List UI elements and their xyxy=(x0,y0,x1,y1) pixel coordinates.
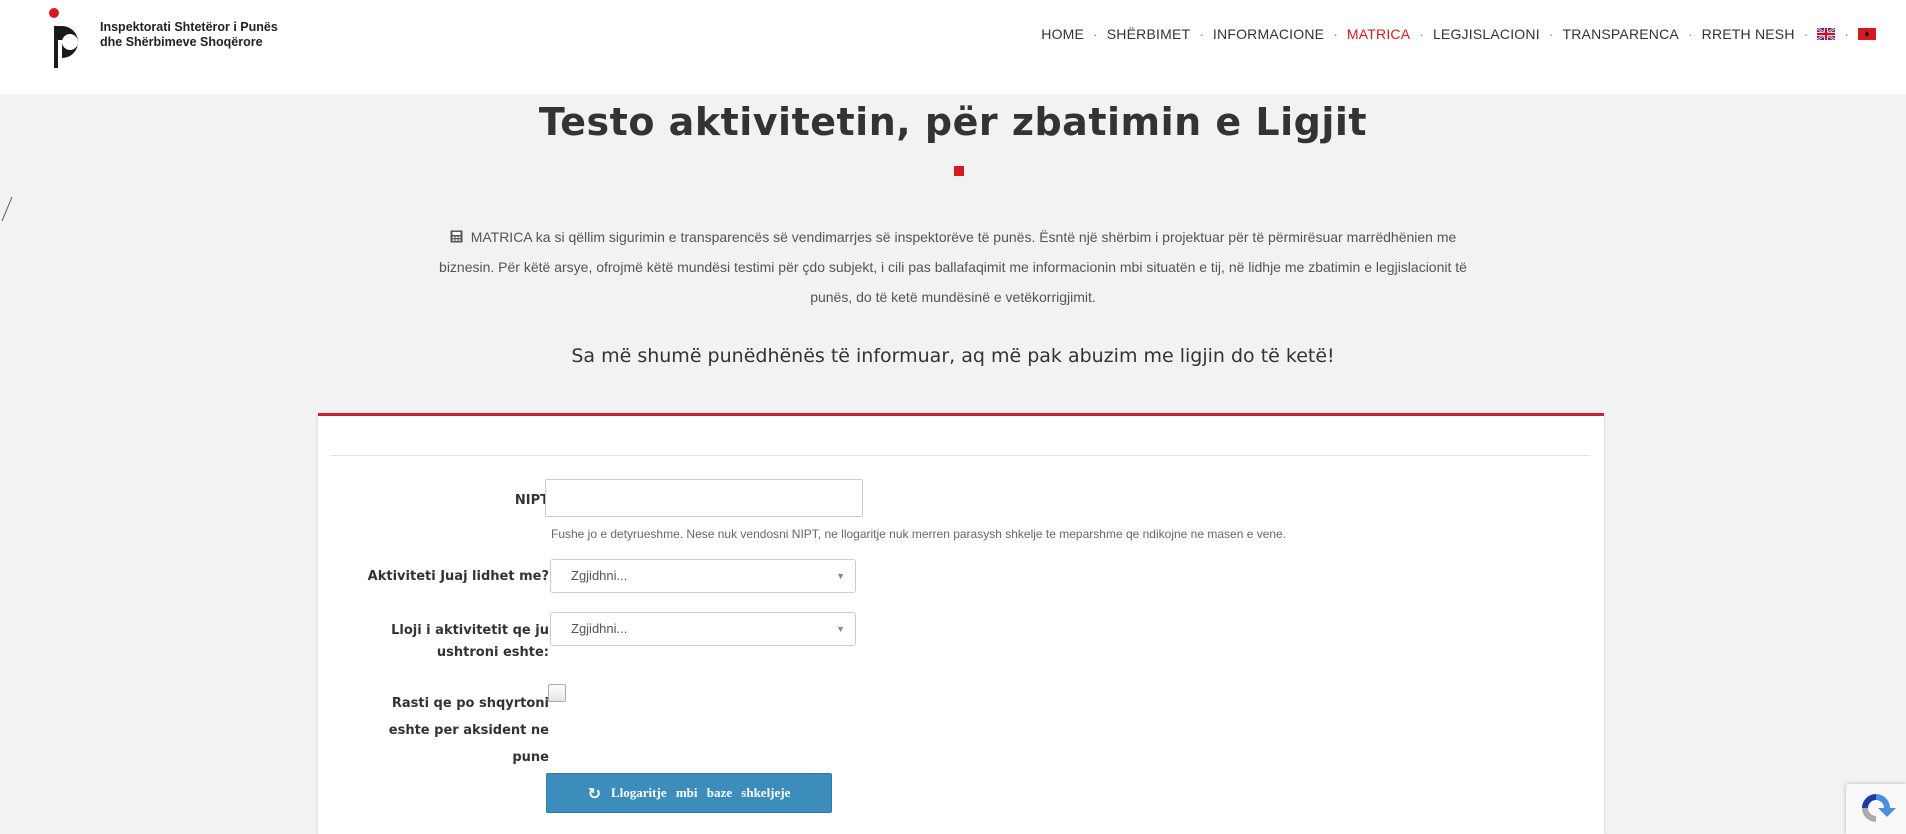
albania-flag-icon[interactable] xyxy=(1858,28,1876,40)
ispss-logo[interactable] xyxy=(44,6,94,68)
activity-type-label-line-2: ushtroni eshte: xyxy=(436,645,549,660)
chevron-down-icon: ▼ xyxy=(836,571,845,581)
nav-separator: · xyxy=(1093,26,1098,42)
tagline: Sa më shumë punëdhënës të informuar, aq … xyxy=(571,345,1335,367)
calculate-button-label: Llogaritje mbi baze shkeljeje xyxy=(611,785,791,800)
nav-separator: · xyxy=(1687,26,1693,42)
intro-paragraph: MATRICA ka si qëllim sigurimin e transpa… xyxy=(270,222,1636,312)
intro-line-2: biznesin. Për këtë arsye, ofrojmë këtë m… xyxy=(439,259,1467,275)
nipt-help-text: Fushe jo e detyrueshme. Nese nuk vendosn… xyxy=(551,527,1287,541)
nav-sherbimet[interactable]: SHËRBIMET xyxy=(1107,26,1190,42)
uk-flag-icon[interactable] xyxy=(1817,28,1836,40)
activity-type-select[interactable]: Zgjidhni... ▼ xyxy=(550,612,856,646)
nav-separator: · xyxy=(1803,26,1809,42)
accident-label-line-3: pune xyxy=(512,750,549,765)
nav-separator: · xyxy=(1548,26,1554,42)
nav-transparenca[interactable]: TRANSPARENCA xyxy=(1562,26,1679,42)
edge-stroke xyxy=(1,196,13,222)
activity-type-label-line-1: Lloji i aktivitetit qe ju xyxy=(391,623,549,638)
accident-label-line-1: Rasti qe po shqyrtoni xyxy=(391,696,549,711)
refresh-icon: ↻ xyxy=(587,783,601,803)
matrica-form-panel: NIPT Fushe jo e detyrueshme. Nese nuk ve… xyxy=(318,413,1604,834)
page-title: Testo aktivitetin, për zbatimin e Ligjit xyxy=(538,100,1368,144)
recaptcha-icon xyxy=(1862,794,1896,822)
nav-home[interactable]: HOME xyxy=(1041,26,1084,42)
accident-label-line-2: eshte per aksident ne xyxy=(388,723,549,738)
activity-label: Aktiviteti Juaj lidhet me? xyxy=(367,569,549,584)
nav-separator: · xyxy=(1419,26,1424,42)
nipt-input[interactable] xyxy=(545,479,863,517)
site-header: Inspektorati Shtetëror i Punës dhe Shërb… xyxy=(0,0,1906,94)
chevron-down-icon: ▼ xyxy=(836,624,845,634)
activity-select-value: Zgjidhni... xyxy=(571,568,628,583)
panel-divider xyxy=(330,455,1590,456)
main-nav: HOME · SHËRBIMET · INFORMACIONE · MATRIC… xyxy=(1041,26,1876,42)
activity-select[interactable]: Zgjidhni... ▼ xyxy=(550,559,856,593)
nav-separator: · xyxy=(1844,26,1849,42)
nav-matrica[interactable]: MATRICA xyxy=(1347,26,1410,42)
intro-text-1: MATRICA ka si qëllim sigurimin e transpa… xyxy=(470,229,1457,245)
calculator-icon xyxy=(450,230,463,243)
activity-type-label: Lloji i aktivitetit qe ju ushtroni eshte… xyxy=(391,620,549,664)
nav-separator: · xyxy=(1199,26,1204,42)
nav-legjislacioni[interactable]: LEGJISLACIONI xyxy=(1433,26,1540,42)
intro-line-3: punës, do të ketë mundësinë e vetëkorrig… xyxy=(810,289,1096,305)
activity-type-select-value: Zgjidhni... xyxy=(571,621,628,636)
logo-text: Inspektorati Shtetëror i Punës dhe Shërb… xyxy=(100,20,278,50)
nav-informacione[interactable]: INFORMACIONE xyxy=(1213,26,1324,42)
nipt-label: NIPT xyxy=(514,493,549,508)
accident-label: Rasti qe po shqyrtoni eshte per aksident… xyxy=(389,690,549,771)
title-accent-dot xyxy=(954,166,964,176)
nav-rreth-nesh[interactable]: RRETH NESH xyxy=(1702,26,1795,42)
logo-line-1: Inspektorati Shtetëror i Punës xyxy=(100,20,278,34)
intro-line-1: MATRICA ka si qëllim sigurimin e transpa… xyxy=(270,222,1636,252)
calculate-button[interactable]: ↻ Llogaritje mbi baze shkeljeje xyxy=(546,773,832,813)
logo-line-2: dhe Shërbimeve Shoqërore xyxy=(100,35,263,49)
recaptcha-badge[interactable] xyxy=(1846,784,1906,834)
accident-checkbox[interactable] xyxy=(548,684,566,702)
nav-separator: · xyxy=(1333,26,1338,42)
